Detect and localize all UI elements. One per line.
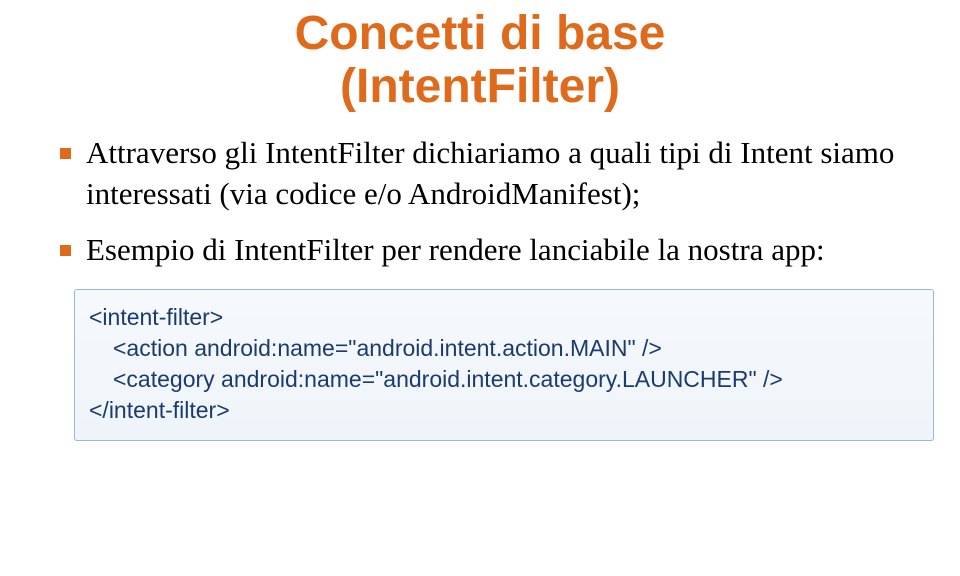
code-line: </intent-filter> — [89, 395, 919, 426]
code-line: <intent-filter> — [89, 302, 919, 333]
slide: Concetti di base (IntentFilter) Attraver… — [0, 0, 960, 576]
bullet-list: Attraverso gli IntentFilter dichiariamo … — [50, 132, 910, 272]
list-item: Esempio di IntentFilter per rendere lanc… — [50, 229, 910, 271]
title-line-1: Concetti di base — [295, 7, 666, 60]
code-line: <category android:name="android.intent.c… — [89, 364, 919, 395]
slide-title: Concetti di base (IntentFilter) — [50, 8, 910, 114]
list-item: Attraverso gli IntentFilter dichiariamo … — [50, 132, 910, 216]
code-block: <intent-filter> <action android:name="an… — [74, 289, 934, 441]
code-line: <action android:name="android.intent.act… — [89, 333, 919, 364]
title-line-2: (IntentFilter) — [340, 60, 620, 113]
bullet-text: Esempio di IntentFilter per rendere lanc… — [86, 232, 825, 267]
bullet-text: Attraverso gli IntentFilter dichiariamo … — [86, 135, 894, 212]
